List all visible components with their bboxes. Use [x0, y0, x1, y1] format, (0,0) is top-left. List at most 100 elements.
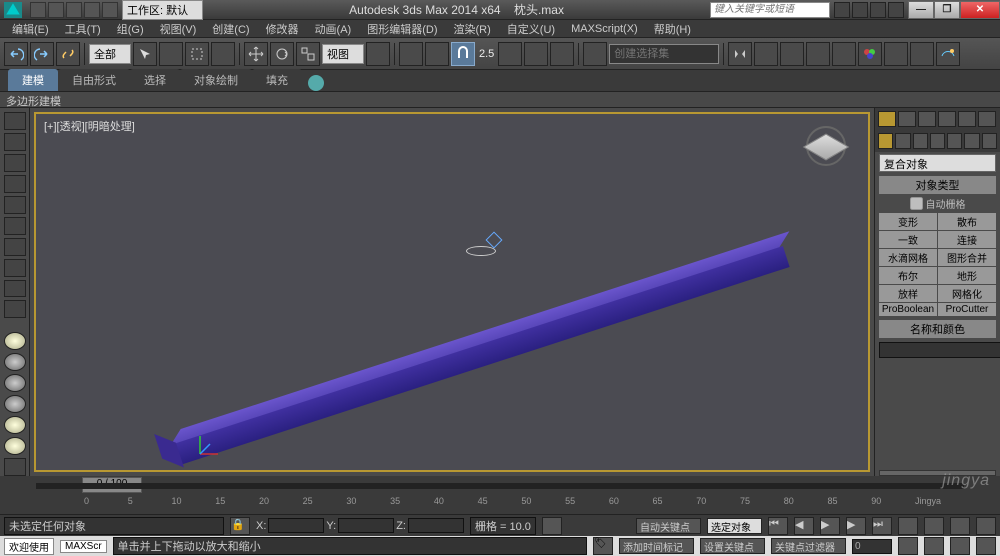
lt-tool11-icon[interactable]: [4, 458, 26, 476]
window-crossing-icon[interactable]: [211, 42, 235, 66]
select-object-icon[interactable]: [133, 42, 157, 66]
snap-toggle-icon[interactable]: [451, 42, 475, 66]
viewport-perspective[interactable]: [+][透视][明暗处理]: [34, 112, 870, 472]
nav-maximize-icon[interactable]: [976, 517, 996, 535]
geometry-cat-icon[interactable]: [878, 133, 893, 149]
current-frame-input[interactable]: [852, 539, 892, 554]
select-by-name-icon[interactable]: [159, 42, 183, 66]
time-slider[interactable]: 0 / 100: [0, 476, 1000, 496]
lt-lock-icon[interactable]: [4, 154, 26, 172]
play-icon[interactable]: ▶: [820, 517, 840, 535]
lt-tool6-icon[interactable]: [4, 217, 26, 235]
btn-blobmesh[interactable]: 水滴网格: [879, 249, 937, 266]
lt-tool5-icon[interactable]: [4, 196, 26, 214]
edit-selset-icon[interactable]: [583, 42, 607, 66]
redo-icon[interactable]: [30, 42, 54, 66]
spinner-snap-icon[interactable]: [550, 42, 574, 66]
maximize-button[interactable]: ❐: [934, 1, 960, 19]
menu-edit[interactable]: 编辑(E): [4, 19, 57, 39]
qat-redo-icon[interactable]: [102, 2, 118, 18]
btn-loft[interactable]: 放样: [879, 285, 937, 302]
lt-select-icon[interactable]: [4, 112, 26, 130]
lights-cat-icon[interactable]: [913, 133, 928, 149]
hierarchy-tab-icon[interactable]: [918, 111, 936, 127]
object-type-rollout[interactable]: 对象类型: [879, 176, 996, 194]
btn-shapemerge[interactable]: 图形合并: [938, 249, 996, 266]
keyfilter-button[interactable]: 关键点过滤器: [771, 538, 846, 554]
shapes-cat-icon[interactable]: [895, 133, 910, 149]
goto-start-icon[interactable]: ⏮: [768, 517, 788, 535]
ribbon-collapse-icon[interactable]: [308, 75, 324, 91]
nav-zoom-icon[interactable]: [924, 517, 944, 535]
lt-tool4-icon[interactable]: [4, 175, 26, 193]
render-setup-icon[interactable]: [884, 42, 908, 66]
nav2-icon[interactable]: [898, 537, 918, 555]
manipulate-icon[interactable]: [399, 42, 423, 66]
help-search-input[interactable]: [710, 2, 830, 18]
menu-help[interactable]: 帮助(H): [646, 19, 699, 39]
setkey-button[interactable]: 设置关键点: [700, 538, 765, 554]
lt-tool10-icon[interactable]: [4, 300, 26, 318]
pivot-center-icon[interactable]: [366, 42, 390, 66]
btn-terrain[interactable]: 地形: [938, 267, 996, 284]
viewport-label[interactable]: [+][透视][明暗处理]: [44, 118, 135, 134]
create-subcat-dropdown[interactable]: 复合对象: [879, 154, 996, 172]
nav4-icon[interactable]: [950, 537, 970, 555]
btn-scatter[interactable]: 散布: [938, 213, 996, 230]
name-color-rollout[interactable]: 名称和颜色: [879, 320, 996, 338]
motion-tab-icon[interactable]: [938, 111, 956, 127]
app-icon[interactable]: [4, 2, 22, 18]
btn-morph[interactable]: 变形: [879, 213, 937, 230]
goto-end-icon[interactable]: ⏭: [872, 517, 892, 535]
mirror-icon[interactable]: [728, 42, 752, 66]
workspace-dropdown[interactable]: 工作区: 默认: [122, 0, 203, 20]
layers-icon[interactable]: [780, 42, 804, 66]
modify-tab-icon[interactable]: [898, 111, 916, 127]
minimize-button[interactable]: —: [908, 1, 934, 19]
curve-editor-icon[interactable]: [806, 42, 830, 66]
ribbon-tab-populate[interactable]: 填充: [252, 69, 302, 91]
lt-light5-icon[interactable]: [4, 416, 26, 434]
lt-tool7-icon[interactable]: [4, 238, 26, 256]
align-icon[interactable]: [754, 42, 778, 66]
y-input[interactable]: [338, 518, 394, 533]
selection-filter-dropdown[interactable]: 全部: [89, 44, 131, 64]
timetag-dropdown[interactable]: 添加时间标记: [619, 538, 694, 554]
render-frame-icon[interactable]: [910, 42, 934, 66]
isolate-icon[interactable]: [542, 517, 562, 535]
ribbon-tab-objectpaint[interactable]: 对象绘制: [180, 69, 252, 91]
autokey-button[interactable]: 自动关键点: [636, 518, 701, 534]
btn-proboolean[interactable]: ProBoolean: [879, 303, 937, 316]
nav-pan-icon[interactable]: [898, 517, 918, 535]
keymode-dropdown[interactable]: 选定对象: [707, 518, 762, 534]
space-warps-icon[interactable]: [964, 133, 979, 149]
systems-cat-icon[interactable]: [982, 133, 997, 149]
prev-frame-icon[interactable]: ◀: [794, 517, 814, 535]
ribbon-panel-polymodel[interactable]: 多边形建模: [0, 92, 1000, 108]
link-icon[interactable]: [56, 42, 80, 66]
lt-light6-icon[interactable]: [4, 437, 26, 455]
lt-tool8-icon[interactable]: [4, 259, 26, 277]
qat-new-icon[interactable]: [30, 2, 46, 18]
lt-light3-icon[interactable]: [4, 374, 26, 392]
nav-orbit-icon[interactable]: [950, 517, 970, 535]
rotate-icon[interactable]: [270, 42, 294, 66]
named-selset-input[interactable]: [609, 44, 719, 64]
render-icon[interactable]: [936, 42, 960, 66]
menu-group[interactable]: 组(G): [109, 19, 152, 39]
timetag-icon[interactable]: 🏷: [593, 537, 613, 555]
undo-icon[interactable]: [4, 42, 28, 66]
qat-open-icon[interactable]: [48, 2, 64, 18]
menu-modifiers[interactable]: 修改器: [258, 19, 307, 39]
helpers-cat-icon[interactable]: [947, 133, 962, 149]
btn-connect[interactable]: 连接: [938, 231, 996, 248]
qat-undo-icon[interactable]: [84, 2, 100, 18]
close-button[interactable]: ✕: [960, 1, 1000, 19]
menu-render[interactable]: 渲染(R): [446, 19, 499, 39]
display-tab-icon[interactable]: [958, 111, 976, 127]
next-frame-icon[interactable]: ▶: [846, 517, 866, 535]
ribbon-tab-modeling[interactable]: 建模: [8, 69, 58, 91]
menu-tools[interactable]: 工具(T): [57, 19, 109, 39]
ribbon-tab-selection[interactable]: 选择: [130, 69, 180, 91]
object-name-input[interactable]: [879, 342, 1000, 358]
